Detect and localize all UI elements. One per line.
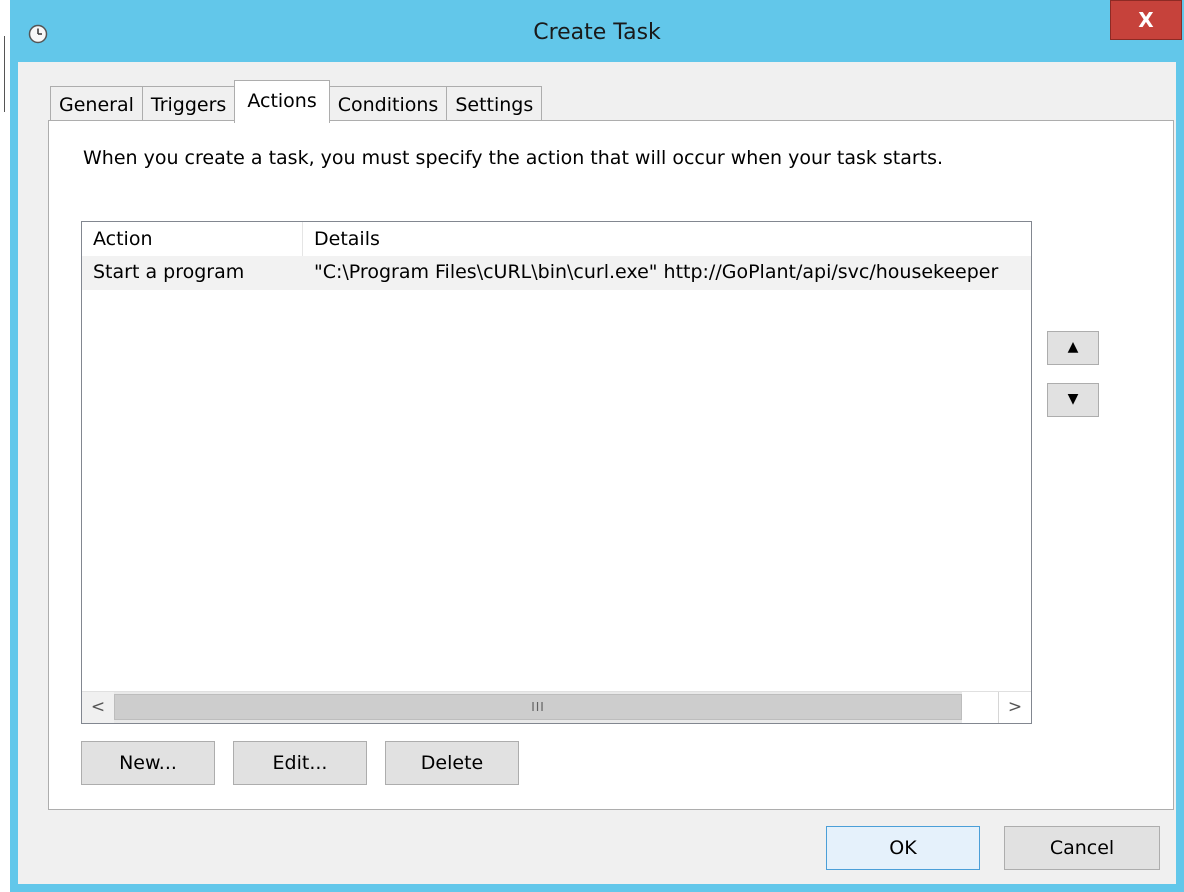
title-bar[interactable]: Create Task X — [10, 0, 1184, 62]
action-cell: Start a program — [93, 261, 245, 283]
list-header: Action Details — [82, 222, 1031, 257]
actions-panel: When you create a task, you must specify… — [48, 120, 1174, 810]
window-title: Create Task — [533, 20, 661, 45]
column-header-details[interactable]: Details — [303, 222, 1031, 256]
column-header-action[interactable]: Action — [82, 222, 303, 256]
instruction-text: When you create a task, you must specify… — [83, 147, 944, 169]
create-task-window: Create Task X General Triggers Actions C… — [10, 0, 1184, 892]
scroll-right-arrow[interactable]: > — [998, 692, 1031, 723]
tab-actions[interactable]: Actions — [234, 80, 330, 123]
tab-settings[interactable]: Settings — [446, 86, 543, 122]
delete-action-button[interactable]: Delete — [385, 741, 519, 785]
tab-strip: General Triggers Actions Conditions Sett… — [50, 80, 543, 123]
ok-button[interactable]: OK — [826, 826, 980, 870]
dialog-body: General Triggers Actions Conditions Sett… — [18, 62, 1176, 884]
scroll-track[interactable] — [962, 692, 999, 723]
horizontal-scrollbar[interactable]: < III > — [82, 691, 1031, 723]
left-window-edge — [0, 0, 10, 892]
tab-general[interactable]: General — [50, 86, 143, 122]
move-down-button[interactable]: ▼ — [1047, 383, 1099, 417]
arrow-up-icon: ▲ — [1067, 339, 1079, 355]
edit-action-button[interactable]: Edit... — [233, 741, 367, 785]
arrow-down-icon: ▼ — [1067, 391, 1079, 407]
tab-conditions[interactable]: Conditions — [328, 86, 448, 122]
scroll-thumb[interactable]: III — [114, 694, 962, 720]
scroll-left-arrow[interactable]: < — [82, 692, 114, 723]
new-action-button[interactable]: New... — [81, 741, 215, 785]
tab-triggers[interactable]: Triggers — [141, 86, 236, 122]
cancel-button[interactable]: Cancel — [1004, 826, 1160, 870]
details-cell: "C:\Program Files\cURL\bin\curl.exe" htt… — [314, 261, 999, 283]
move-up-button[interactable]: ▲ — [1047, 331, 1099, 365]
edge-divider — [4, 36, 5, 112]
actions-list[interactable]: Action Details Start a program "C:\Progr… — [81, 221, 1032, 724]
table-row[interactable]: Start a program "C:\Program Files\cURL\b… — [82, 256, 1031, 290]
close-button[interactable]: X — [1110, 0, 1182, 40]
